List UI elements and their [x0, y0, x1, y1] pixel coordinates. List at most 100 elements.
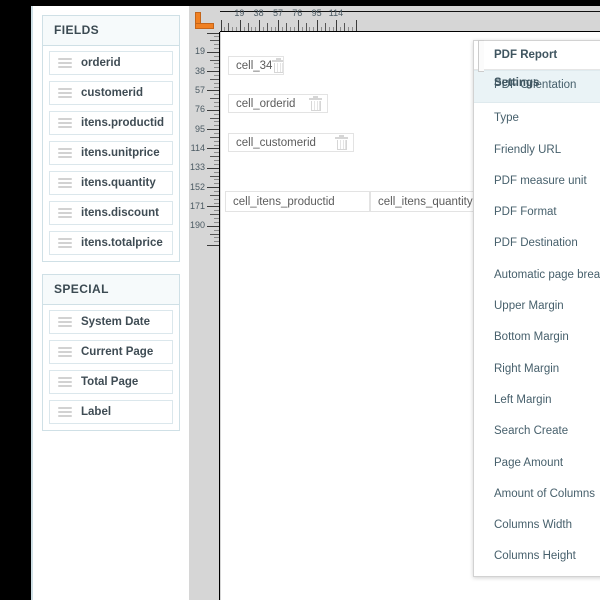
- settings-item-label: Type: [494, 112, 519, 125]
- drag-handle-icon[interactable]: [58, 118, 72, 128]
- settings-item-friendly-url[interactable]: Friendly URL: [474, 135, 600, 166]
- sidebar-item-label: orderid: [81, 57, 121, 69]
- drag-handle-icon[interactable]: [58, 317, 72, 327]
- settings-item-label: Amount of Columns: [494, 487, 595, 500]
- settings-item-columns-height[interactable]: Columns Height: [474, 541, 600, 572]
- settings-item-right-margin[interactable]: Right Margin: [474, 354, 600, 385]
- drag-handle-icon[interactable]: [58, 148, 72, 158]
- settings-item-left-margin[interactable]: Left Margin: [474, 385, 600, 416]
- ruler-v-label: 57: [194, 84, 205, 95]
- sidebar-item-label: Total Page: [81, 376, 139, 388]
- settings-item-page-amount[interactable]: Page Amount: [474, 448, 600, 479]
- ruler-v-label: 171: [189, 200, 205, 211]
- sidebar-item-label: Label: [81, 406, 112, 418]
- ruler-v-label: 133: [189, 162, 205, 173]
- settings-item-label: Right Margin: [494, 362, 560, 375]
- settings-item-bottom-margin[interactable]: Bottom Margin: [474, 322, 600, 353]
- sidebar-item-itens-totalprice[interactable]: itens.totalprice: [49, 231, 173, 255]
- horizontal-ruler[interactable]: 19 38 57 76 95 114: [220, 6, 600, 32]
- settings-item-columns-width[interactable]: Columns Width: [474, 510, 600, 541]
- drag-handle-icon[interactable]: [58, 407, 72, 417]
- trash-icon[interactable]: [335, 134, 348, 150]
- sidebar-item-orderid[interactable]: orderid: [49, 51, 173, 75]
- sidebar-item-system-date[interactable]: System Date: [49, 310, 173, 334]
- ruler-v-label: 152: [189, 181, 205, 192]
- report-builder-app: FIELDS orderid customerid itens.producti…: [0, 0, 600, 600]
- settings-item-label: Upper Margin: [494, 300, 564, 313]
- drag-handle-icon[interactable]: [58, 178, 72, 188]
- settings-item-label: Bottom Margin: [494, 331, 569, 344]
- sidebar-item-current-page[interactable]: Current Page: [49, 340, 173, 364]
- cell-label: cell_34: [236, 59, 273, 72]
- drag-handle-icon[interactable]: [58, 347, 72, 357]
- ruler-v-label: 95: [194, 123, 205, 134]
- settings-item-amount-of-columns[interactable]: Amount of Columns: [474, 479, 600, 510]
- sidebar-item-label[interactable]: Label: [49, 400, 173, 424]
- left-gutter: [0, 0, 31, 600]
- settings-item-label: Left Margin: [494, 393, 552, 406]
- drag-handle-icon[interactable]: [58, 208, 72, 218]
- ruler-corner[interactable]: [189, 6, 220, 32]
- sidebar-item-total-page[interactable]: Total Page: [49, 370, 173, 394]
- ruler-h-label: 57: [272, 8, 283, 18]
- pdf-report-settings-panel: PDF Report Settings PDF Orientation Type…: [473, 40, 600, 577]
- ruler-h-label: 114: [328, 8, 344, 18]
- settings-item-label: PDF Format: [494, 206, 557, 219]
- settings-item-upper-margin[interactable]: Upper Margin: [474, 291, 600, 322]
- sidebar-item-label: itens.discount: [81, 207, 159, 219]
- fields-panel: FIELDS orderid customerid itens.producti…: [42, 15, 180, 262]
- drag-handle-icon[interactable]: [58, 377, 72, 387]
- settings-item-pdf-measure-unit[interactable]: PDF measure unit: [474, 166, 600, 197]
- settings-item-label: Columns Width: [494, 519, 572, 532]
- settings-item-label: PDF measure unit: [494, 174, 587, 187]
- settings-item-label: Columns Height: [494, 550, 576, 563]
- drag-handle-icon[interactable]: [58, 238, 72, 248]
- sidebar-item-itens-productid[interactable]: itens.productid: [49, 111, 173, 135]
- settings-item-pdf-destination[interactable]: PDF Destination: [474, 228, 600, 259]
- settings-item-label: Search Create: [494, 425, 569, 438]
- canvas-cell[interactable]: cell_34: [228, 56, 284, 75]
- sidebar-item-label: itens.unitprice: [81, 147, 160, 159]
- settings-item-automatic-page-break[interactable]: Automatic page break: [474, 260, 600, 291]
- settings-item-label: Automatic page break: [494, 268, 600, 281]
- settings-item-label: PDF Destination: [494, 237, 578, 250]
- settings-item-type[interactable]: Type: [474, 103, 600, 134]
- ruler-h-label: 19: [234, 8, 245, 18]
- settings-item-label: Friendly URL: [494, 143, 562, 156]
- sidebar-item-itens-quantity[interactable]: itens.quantity: [49, 171, 173, 195]
- drag-handle-icon[interactable]: [58, 58, 72, 68]
- vertical-ruler[interactable]: 19 38 57 76 95 114 133 152 171 190: [189, 32, 220, 600]
- ruler-v-label: 19: [194, 46, 205, 57]
- ruler-h-label: 76: [292, 8, 303, 18]
- fields-list: orderid customerid itens.productid itens…: [43, 46, 179, 261]
- sidebar-item-label: Current Page: [81, 346, 154, 358]
- special-panel: SPECIAL System Date Current Page Total P…: [42, 274, 180, 431]
- ruler-h-label: 95: [311, 8, 322, 18]
- ruler-v-label: 76: [194, 104, 205, 115]
- settings-panel-title: PDF Report Settings: [474, 40, 600, 89]
- cell-label: cell_customerid: [236, 136, 316, 149]
- sidebar-item-label: System Date: [81, 316, 151, 328]
- sidebar-item-label: customerid: [81, 87, 143, 99]
- canvas-cell[interactable]: cell_itens_productid: [225, 191, 370, 212]
- canvas-cell[interactable]: cell_customerid: [228, 133, 354, 152]
- fields-panel-title: FIELDS: [43, 16, 179, 46]
- settings-item-label: Page Amount: [494, 456, 564, 469]
- sidebar-item-label: itens.productid: [81, 117, 165, 129]
- sidebar-item-itens-unitprice[interactable]: itens.unitprice: [49, 141, 173, 165]
- special-list: System Date Current Page Total Page Labe…: [43, 305, 179, 430]
- settings-item-search-create[interactable]: Search Create: [474, 416, 600, 447]
- special-panel-title: SPECIAL: [43, 275, 179, 305]
- canvas-cell[interactable]: cell_orderid: [228, 94, 328, 113]
- ruler-v-label: 114: [190, 142, 205, 153]
- sidebar-item-label: itens.totalprice: [81, 237, 163, 249]
- sidebar-item-customerid[interactable]: customerid: [49, 81, 173, 105]
- ruler-corner-icon: [195, 12, 214, 29]
- sidebar-item-itens-discount[interactable]: itens.discount: [49, 201, 173, 225]
- ruler-v-label: 38: [194, 65, 205, 76]
- settings-item-pdf-format[interactable]: PDF Format: [474, 197, 600, 228]
- trash-icon[interactable]: [272, 57, 283, 73]
- trash-icon[interactable]: [309, 95, 322, 111]
- drag-handle-icon[interactable]: [58, 88, 72, 98]
- ruler-v-label: 190: [189, 220, 205, 231]
